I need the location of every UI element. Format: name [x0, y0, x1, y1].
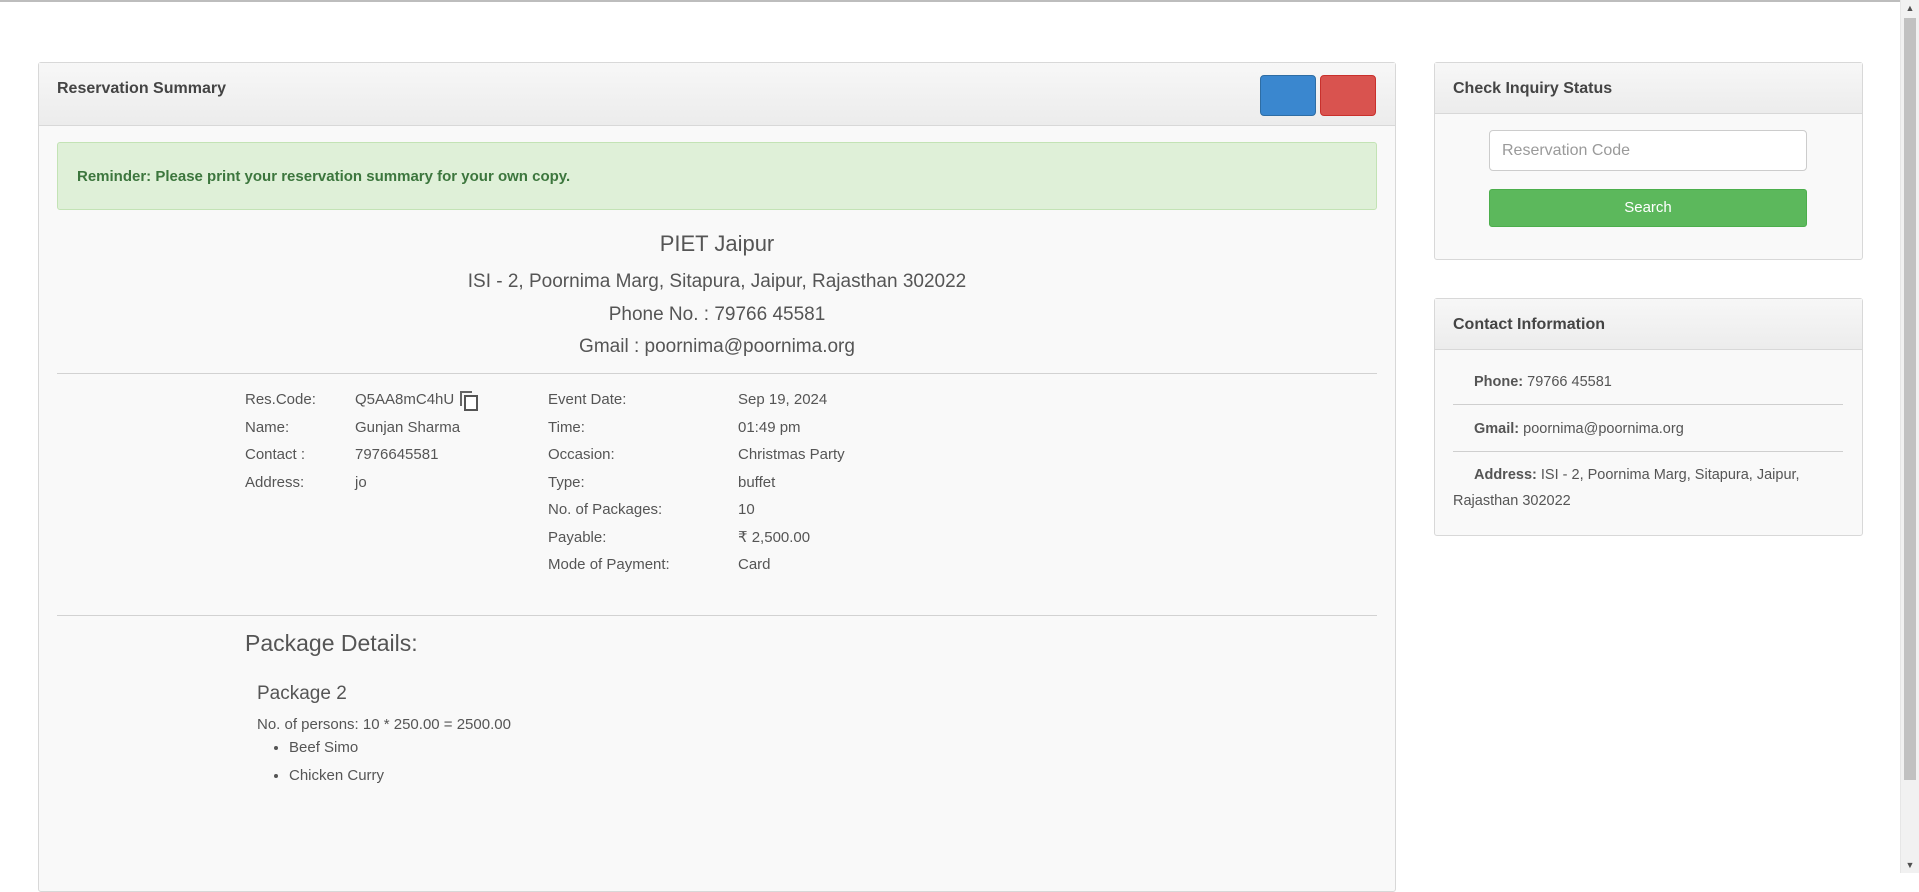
detail-label: Time:	[548, 418, 585, 436]
copy-icon[interactable]	[460, 391, 479, 411]
detail-value: Card	[738, 556, 771, 573]
package-persons: No. of persons: 10 * 250.00 = 2500.00	[257, 716, 511, 733]
detail-label: Res.Code:	[245, 391, 316, 408]
divider	[1453, 451, 1843, 452]
detail-value: 01:49 pm	[738, 418, 801, 436]
contact-gmail-label: Gmail:	[1474, 421, 1520, 437]
chevron-down-icon[interactable]: ▼	[1901, 857, 1919, 873]
contact-phone-label: Phone:	[1474, 374, 1524, 390]
detail-value: 7976645581	[355, 446, 439, 463]
detail-label: No. of Packages:	[548, 501, 663, 518]
reservation-summary-panel: Reservation Summary Reminder: Please pri…	[38, 62, 1396, 892]
org-name: PIET Jaipur	[659, 231, 775, 256]
search-button[interactable]: Search	[1489, 189, 1807, 227]
detail-label: Contact :	[245, 446, 306, 463]
divider	[57, 373, 1377, 374]
top-border	[0, 0, 1900, 2]
contact-phone-value: 79766 45581	[1527, 374, 1612, 390]
detail-value: Sep 19, 2024	[738, 391, 828, 408]
detail-label: Occasion:	[548, 446, 615, 463]
divider	[57, 615, 1377, 616]
list-item: Chicken Curry	[289, 762, 384, 790]
package-name: Package 2	[257, 683, 347, 704]
contact-address-label: Address:	[1474, 467, 1537, 483]
detail-value: jo	[355, 473, 367, 491]
cancel-button[interactable]	[1320, 75, 1376, 116]
contact-phone: Phone: 79766 45581	[1453, 369, 1843, 395]
org-address: ISI - 2, Poornima Marg, Sitapura, Jaipur…	[467, 271, 967, 292]
panel-title: Contact Information	[1453, 316, 1605, 333]
detail-value-rescode: Q5AA8mC4hU	[355, 389, 479, 411]
package-details-heading: Package Details:	[245, 630, 418, 656]
detail-label: Type:	[548, 473, 585, 491]
contact-address: Address: ISI - 2, Poornima Marg, Sitapur…	[1453, 462, 1843, 514]
reservation-code-input[interactable]	[1489, 130, 1807, 171]
reminder-text: Reminder: Please print your reservation …	[77, 168, 571, 185]
org-gmail: Gmail : poornima@poornima.org	[579, 336, 855, 357]
detail-label: Name:	[245, 418, 290, 436]
org-phone: Phone No. : 79766 45581	[608, 304, 826, 325]
panel-heading: Reservation Summary	[39, 63, 1395, 126]
detail-value: Gunjan Sharma	[355, 418, 461, 436]
contact-gmail-value: poornima@poornima.org	[1523, 421, 1684, 437]
panel-heading: Check Inquiry Status	[1435, 63, 1862, 114]
panel-title: Reservation Summary	[57, 80, 226, 97]
panel-title: Check Inquiry Status	[1453, 80, 1613, 97]
package-items: Beef Simo Chicken Curry	[257, 734, 384, 790]
divider	[1453, 404, 1843, 405]
panel-heading: Contact Information	[1435, 299, 1862, 350]
detail-label: Event Date:	[548, 391, 627, 408]
detail-value: buffet	[738, 473, 776, 491]
scrollbar-thumb[interactable]	[1904, 18, 1916, 780]
chevron-up-icon[interactable]: ▲	[1901, 0, 1919, 16]
detail-label: Address:	[245, 473, 305, 491]
print-button[interactable]	[1260, 75, 1316, 116]
detail-value: 10	[738, 501, 755, 518]
detail-value: Christmas Party	[738, 446, 845, 463]
detail-label: Payable:	[548, 528, 607, 546]
detail-value: ₹ 2,500.00	[738, 528, 811, 546]
inquiry-status-panel: Check Inquiry Status Search	[1434, 62, 1863, 260]
rescode-text: Q5AA8mC4hU	[355, 391, 455, 408]
reminder-alert: Reminder: Please print your reservation …	[57, 142, 1377, 210]
list-item: Beef Simo	[289, 734, 384, 762]
contact-information-panel: Contact Information Phone: 79766 45581 G…	[1434, 298, 1863, 536]
contact-gmail: Gmail: poornima@poornima.org	[1453, 416, 1843, 442]
detail-label: Mode of Payment:	[548, 556, 670, 573]
vertical-scrollbar[interactable]: ▲ ▼	[1900, 0, 1919, 873]
